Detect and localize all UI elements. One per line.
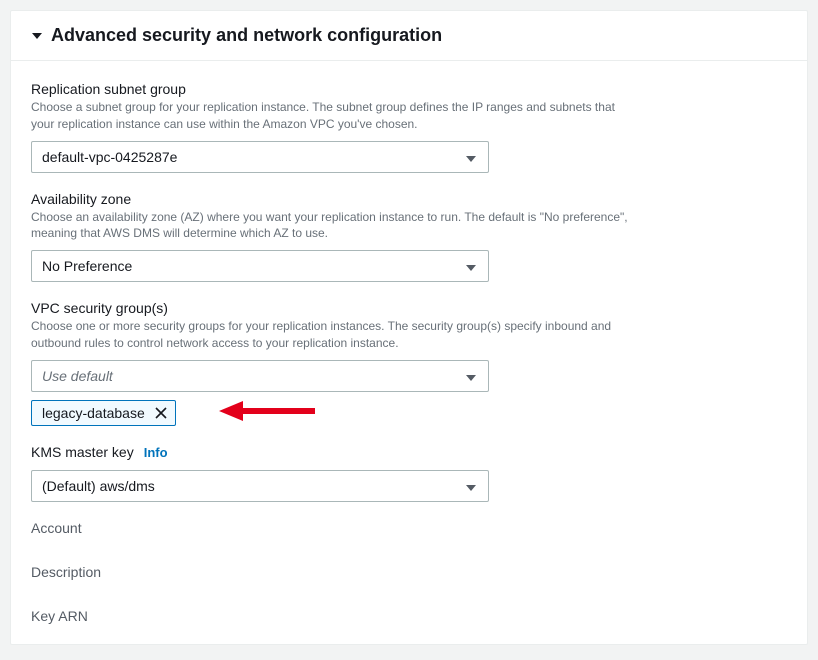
availability-zone-select[interactable]: No Preference: [31, 250, 489, 282]
field-label: KMS master key: [31, 444, 134, 460]
account-label: Account: [31, 520, 787, 536]
field-availability-zone: Availability zone Choose an availability…: [31, 191, 787, 283]
security-group-tag: legacy-database: [31, 400, 176, 426]
select-value: default-vpc-0425287e: [42, 149, 177, 165]
panel-body: Replication subnet group Choose a subnet…: [11, 61, 807, 644]
caret-down-icon: [31, 30, 43, 42]
field-security-groups: VPC security group(s) Choose one or more…: [31, 300, 787, 426]
security-groups-select[interactable]: Use default: [31, 360, 489, 392]
field-label: Replication subnet group: [31, 81, 787, 97]
field-label: Availability zone: [31, 191, 787, 207]
info-link[interactable]: Info: [144, 445, 168, 460]
key-arn-label: Key ARN: [31, 608, 787, 624]
panel-title: Advanced security and network configurat…: [51, 25, 442, 46]
kms-key-select[interactable]: (Default) aws/dms: [31, 470, 489, 502]
field-label: VPC security group(s): [31, 300, 787, 316]
field-subnet-group: Replication subnet group Choose a subnet…: [31, 81, 787, 173]
remove-tag-button[interactable]: [153, 405, 169, 421]
field-description: Choose a subnet group for your replicati…: [31, 99, 641, 133]
field-kms-key: KMS master key Info (Default) aws/dms: [31, 444, 787, 502]
tag-label: legacy-database: [42, 405, 145, 421]
close-icon: [155, 407, 167, 419]
select-placeholder: Use default: [42, 368, 113, 384]
panel-header[interactable]: Advanced security and network configurat…: [11, 11, 807, 61]
field-description: Choose an availability zone (AZ) where y…: [31, 209, 641, 243]
field-description: Choose one or more security groups for y…: [31, 318, 641, 352]
chevron-down-icon: [466, 478, 476, 494]
description-label: Description: [31, 564, 787, 580]
chevron-down-icon: [466, 149, 476, 165]
annotation-arrow: [219, 398, 315, 427]
subnet-group-select[interactable]: default-vpc-0425287e: [31, 141, 489, 173]
select-value: No Preference: [42, 258, 132, 274]
chevron-down-icon: [466, 258, 476, 274]
select-value: (Default) aws/dms: [42, 478, 155, 494]
advanced-security-panel: Advanced security and network configurat…: [10, 10, 808, 645]
chevron-down-icon: [466, 368, 476, 384]
